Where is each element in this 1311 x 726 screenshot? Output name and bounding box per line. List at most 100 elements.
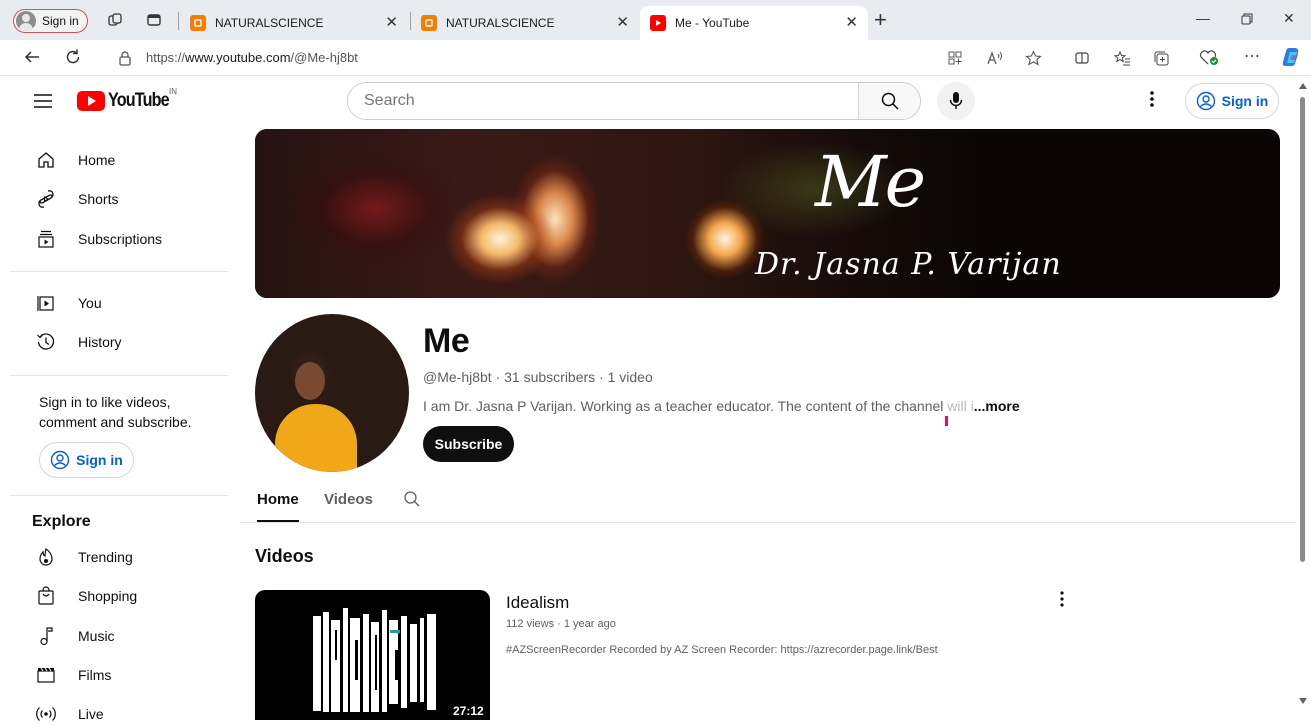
more-link[interactable]: ...more <box>974 398 1020 414</box>
tab-title: NATURALSCIENCE <box>446 16 555 30</box>
sidebar-item-label: Shorts <box>78 191 119 207</box>
sidebar-item-trending[interactable]: Trending <box>34 545 133 569</box>
channel-search-icon[interactable] <box>403 490 421 508</box>
videos-section-title: Videos <box>255 546 314 566</box>
sidebar-item-live[interactable]: Live <box>34 702 104 726</box>
sidebar-item-label: Music <box>78 628 115 644</box>
trending-icon <box>39 548 53 566</box>
sign-in-label: Sign in <box>1221 93 1269 109</box>
browser-tab[interactable]: NATURALSCIENCE ✕ <box>180 6 408 40</box>
channel-tabs: Home Videos <box>240 478 1296 523</box>
sidebar-item-label: History <box>78 334 122 350</box>
shorts-icon <box>38 190 54 208</box>
sign-in-prompt: Sign in to like videos, comment and subs… <box>39 394 192 430</box>
search-button[interactable] <box>858 83 920 119</box>
tab-videos[interactable]: Videos <box>324 491 373 508</box>
video-menu-kebab-icon[interactable] <box>1053 590 1071 608</box>
sidebar-item-history[interactable]: History <box>34 330 122 354</box>
split-screen-icon[interactable] <box>1074 50 1090 66</box>
refresh-icon[interactable] <box>64 48 82 66</box>
scrollbar-thumb[interactable] <box>1300 97 1305 562</box>
read-aloud-icon[interactable] <box>986 50 1004 66</box>
channel-avatar <box>255 314 409 472</box>
youtube-wordmark: YouTube <box>108 90 170 111</box>
profile-avatar-icon <box>16 11 36 31</box>
scroll-up-arrow-icon[interactable] <box>1299 83 1307 89</box>
sidebar-item-label: Films <box>78 667 112 683</box>
sidebar-item-label: Subscriptions <box>78 231 163 247</box>
back-arrow-icon[interactable] <box>23 48 41 66</box>
sidebar-item-shopping[interactable]: Shopping <box>34 584 137 608</box>
video-duration: 27:12 <box>449 703 488 719</box>
search-icon <box>881 92 899 110</box>
tab-actions-icon[interactable] <box>146 12 162 28</box>
sign-in-button[interactable]: Sign in <box>1185 83 1279 119</box>
video-meta: 112 views · 1 year ago <box>506 618 616 630</box>
sidebar-divider <box>10 271 228 272</box>
subscriptions-icon <box>38 230 54 248</box>
video-thumbnail[interactable] <box>255 590 490 720</box>
history-icon <box>37 333 55 350</box>
voice-search-button[interactable] <box>937 82 975 120</box>
settings-kebab-icon[interactable] <box>1150 90 1154 108</box>
sidebar-item-shorts[interactable]: Shorts <box>34 187 118 211</box>
channel-name: Me <box>423 322 470 360</box>
close-tab-icon[interactable]: ✕ <box>616 15 629 31</box>
youtube-logo[interactable]: YouTube IN <box>77 87 179 112</box>
close-window-icon[interactable]: ✕ <box>1283 10 1295 27</box>
tab-home[interactable]: Home <box>257 491 299 522</box>
avatar-figure <box>275 404 357 472</box>
minimize-icon[interactable]: — <box>1196 10 1210 26</box>
favorites-icon[interactable] <box>1114 50 1131 66</box>
workspaces-icon[interactable] <box>107 12 123 28</box>
sidebar-divider <box>10 375 228 376</box>
new-tab-icon[interactable]: + <box>874 7 887 33</box>
search-box <box>347 82 921 120</box>
sidebar-item-label: Home <box>78 152 116 168</box>
sidebar-item-you[interactable]: You <box>34 291 102 315</box>
profile-label: Sign in <box>42 14 79 28</box>
sidebar-item-subscriptions[interactable]: Subscriptions <box>34 227 162 251</box>
subscribe-button[interactable]: Subscribe <box>423 426 514 462</box>
close-tab-icon[interactable]: ✕ <box>385 15 398 31</box>
collections-icon[interactable] <box>1153 50 1170 67</box>
app-available-icon[interactable] <box>947 50 963 66</box>
hamburger-menu-icon[interactable] <box>34 93 52 109</box>
close-tab-icon[interactable]: ✕ <box>845 15 858 31</box>
sidebar-item-home[interactable]: Home <box>34 148 115 172</box>
copilot-icon[interactable] <box>1280 46 1302 68</box>
video-description: #AZScreenRecorder Recorded by AZ Screen … <box>506 644 938 656</box>
scroll-down-arrow-icon[interactable] <box>1299 698 1307 704</box>
browser-tab[interactable]: NATURALSCIENCE ✕ <box>411 6 639 40</box>
sidebar-sign-in-button[interactable]: Sign in <box>39 442 134 478</box>
shopping-icon <box>38 586 54 605</box>
sidebar-item-music[interactable]: Music <box>34 624 115 648</box>
account-circle-icon <box>1196 91 1215 111</box>
page-scrollbar[interactable] <box>1296 78 1311 720</box>
account-circle-icon <box>50 450 70 470</box>
channel-description[interactable]: I am Dr. Jasna P Varijan. Working as a t… <box>423 398 1020 414</box>
restore-icon[interactable] <box>1241 13 1253 25</box>
more-menu-icon[interactable]: ⋯ <box>1244 46 1260 66</box>
blogger-icon <box>190 15 206 31</box>
browser-address-bar: https://www.youtube.com/@Me-hj8bt ⋯ <box>0 40 1311 76</box>
tab-title: Me - YouTube <box>675 16 750 30</box>
favorite-star-icon[interactable] <box>1025 50 1042 66</box>
browser-tab-active[interactable]: Me - YouTube ✕ <box>640 6 868 40</box>
text-cursor <box>945 416 948 426</box>
avatar-face <box>295 362 325 400</box>
sign-in-label: Sign in <box>76 452 123 468</box>
sidebar-item-label: You <box>78 295 102 311</box>
lock-icon[interactable] <box>118 50 132 66</box>
microphone-icon <box>949 92 963 109</box>
browser-profile-button[interactable]: Sign in <box>13 9 88 33</box>
sidebar-item-films[interactable]: Films <box>34 663 111 687</box>
country-code: IN <box>169 87 177 96</box>
search-input[interactable] <box>348 83 858 119</box>
sidebar-item-label: Trending <box>78 549 133 565</box>
browser-essentials-icon[interactable] <box>1199 50 1219 66</box>
address-url[interactable]: https://www.youtube.com/@Me-hj8bt <box>146 50 358 65</box>
sidebar-item-label: Shopping <box>78 588 138 604</box>
blogger-icon <box>421 15 437 31</box>
video-title[interactable]: Idealism <box>506 593 569 613</box>
